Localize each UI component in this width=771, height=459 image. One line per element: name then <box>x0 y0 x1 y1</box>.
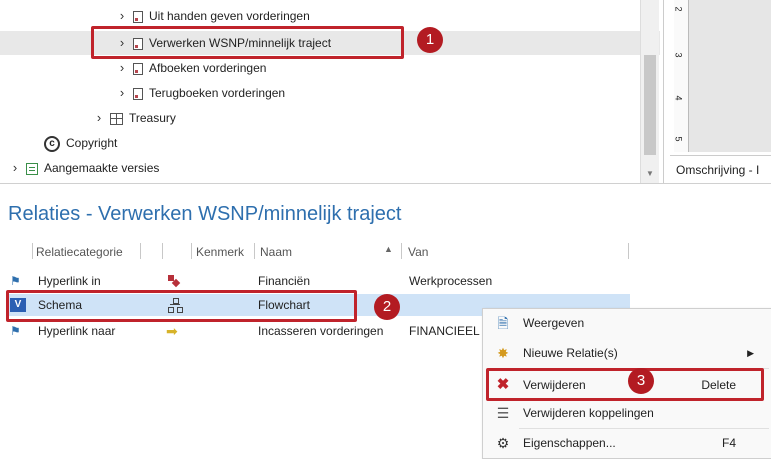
tree-item-label: Uit handen geven vorderingen <box>149 9 310 23</box>
annotation-badge-2: 2 <box>374 294 400 320</box>
tree-item-label: Copyright <box>66 136 118 150</box>
annotation-box-3 <box>486 368 764 401</box>
row-category: Hyperlink naar <box>38 324 116 338</box>
tree-scrollbar[interactable]: ▼ <box>640 0 659 183</box>
document-icon <box>133 10 143 23</box>
column-separator <box>162 243 163 259</box>
process-grid-icon <box>110 112 123 125</box>
preview-panel: 2 3 4 5 Omschrijving - I <box>663 0 771 184</box>
annotation-box-1 <box>91 26 404 59</box>
hyperlink-out-icon: ⚑ <box>10 324 21 338</box>
versions-list-icon <box>26 162 38 175</box>
tree-item-terugboeken[interactable]: › Terugboeken vorderingen <box>0 81 660 105</box>
menu-item-weergeven[interactable]: 🗎 Weergeven <box>483 309 771 337</box>
submenu-arrow-icon: ▶ <box>747 348 754 358</box>
ruler-label: 2 <box>673 6 684 12</box>
hyperlink-in-icon: ⚑ <box>10 274 21 288</box>
kenmerk-flow-icon <box>168 275 181 288</box>
preview-canvas <box>689 0 771 152</box>
menu-item-verwijderen-koppelingen[interactable]: ☰ Verwijderen koppelingen <box>483 399 771 427</box>
column-relatiecategorie[interactable]: Relatiecategorie <box>36 242 123 262</box>
sort-ascending-icon: ▲ <box>384 244 393 254</box>
annotation-box-2 <box>6 290 357 322</box>
tree-item-label: Aangemaakte versies <box>44 161 160 175</box>
row-naam: Incasseren vorderingen <box>258 324 384 338</box>
chevron-right-icon[interactable]: › <box>115 4 129 28</box>
column-separator <box>191 243 192 259</box>
tree-item-uit-handen[interactable]: › Uit handen geven vorderingen <box>0 4 660 28</box>
copyright-icon: c <box>44 135 60 152</box>
ruler-label: 4 <box>673 95 684 101</box>
chevron-right-icon[interactable]: › <box>8 156 22 180</box>
tree-item-label: Afboeken vorderingen <box>149 61 267 75</box>
row-category: Hyperlink in <box>38 274 101 288</box>
vertical-ruler: 2 3 4 5 <box>674 0 689 152</box>
row-naam: Financiën <box>258 274 311 288</box>
row-van: FINANCIEEL N <box>409 324 489 338</box>
menu-item-eigenschappen[interactable]: ⚙ Eigenschappen... F4 <box>483 429 771 457</box>
column-separator <box>254 243 255 259</box>
document-icon <box>133 87 143 100</box>
scroll-down-arrow-icon[interactable]: ▼ <box>641 167 659 181</box>
ruler-label: 5 <box>673 136 684 142</box>
tree-item-label: Treasury <box>129 111 176 125</box>
gear-icon: ⚙ <box>496 435 510 451</box>
column-van[interactable]: Van <box>408 242 428 262</box>
chevron-right-icon[interactable]: › <box>115 81 129 105</box>
column-separator <box>401 243 402 259</box>
column-naam[interactable]: Naam <box>260 242 292 262</box>
scrollbar-thumb[interactable] <box>644 55 656 155</box>
tree-item-copyright[interactable]: c Copyright <box>0 131 660 155</box>
chevron-right-icon[interactable]: › <box>92 106 106 130</box>
omschrijving-tab[interactable]: Omschrijving - I <box>670 155 771 184</box>
view-document-icon: 🗎 <box>497 315 509 331</box>
relations-title: Relaties - Verwerken WSNP/minnelijk traj… <box>8 203 402 225</box>
chevron-right-icon[interactable]: › <box>115 56 129 80</box>
annotation-badge-3: 3 <box>628 368 654 394</box>
arrow-right-icon: ➡ <box>166 323 178 339</box>
tree-item-label: Terugboeken vorderingen <box>149 86 286 100</box>
column-separator <box>32 243 33 259</box>
table-row[interactable]: ⚑ Hyperlink in Financiën Werkprocessen <box>8 270 630 292</box>
column-separator <box>140 243 141 259</box>
tree-item-afboeken[interactable]: › Afboeken vorderingen <box>0 56 660 80</box>
ruler-label: 3 <box>673 52 684 58</box>
column-separator <box>628 243 629 259</box>
new-relation-icon: ✸ <box>497 345 509 361</box>
row-van: Werkprocessen <box>409 274 493 288</box>
panel-divider <box>0 183 771 184</box>
annotation-badge-1: 1 <box>417 27 443 53</box>
document-icon <box>133 62 143 75</box>
relations-column-header: Relatiecategorie Kenmerk Naam ▲ Van <box>8 240 630 262</box>
omschrijving-label: Omschrijving - I <box>676 163 760 177</box>
unlink-icon: ☰ <box>496 405 510 421</box>
tree-item-aangemaakte-versies[interactable]: › Aangemaakte versies <box>0 156 660 180</box>
column-kenmerk[interactable]: Kenmerk <box>196 242 244 262</box>
menu-item-nieuwe-relatie[interactable]: ✸ Nieuwe Relatie(s) ▶ <box>483 339 771 367</box>
tree-item-treasury[interactable]: › Treasury <box>0 106 660 130</box>
